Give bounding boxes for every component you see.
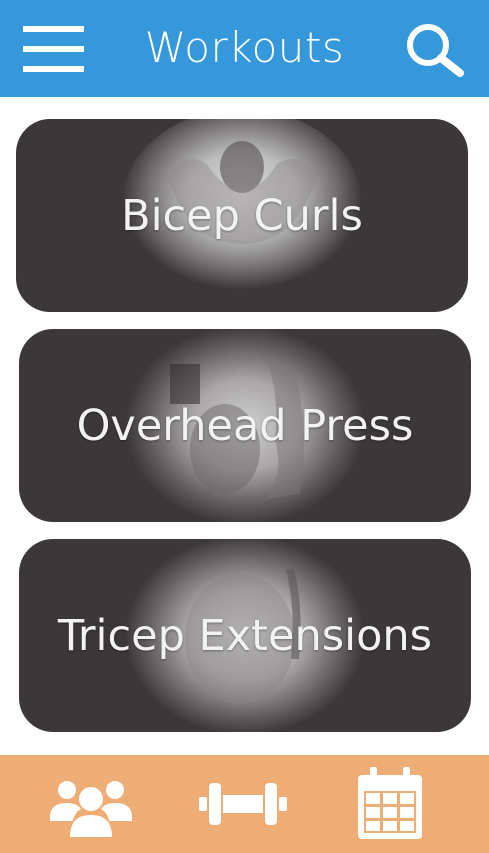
users-group-icon[interactable] [46,767,136,841]
workout-card-tricep-extensions[interactable]: Tricep Extensions [19,539,471,732]
workout-card-overhead-press[interactable]: Overhead Press [19,329,471,522]
workout-title: Bicep Curls [121,190,363,241]
menu-icon[interactable] [23,26,84,72]
workout-card-bicep-curls[interactable]: Bicep Curls [16,119,468,312]
page-title: Workouts [144,23,345,72]
search-icon[interactable] [404,22,466,78]
workout-title: Tricep Extensions [57,610,433,661]
menu-icon-bar [23,26,84,32]
workout-title: Overhead Press [76,400,414,451]
menu-icon-bar [23,66,84,72]
dumbbell-icon[interactable] [197,767,289,841]
bottom-nav [0,755,489,853]
menu-icon-bar [23,46,84,52]
calendar-icon[interactable] [356,767,424,841]
app-header: Workouts [0,0,489,97]
